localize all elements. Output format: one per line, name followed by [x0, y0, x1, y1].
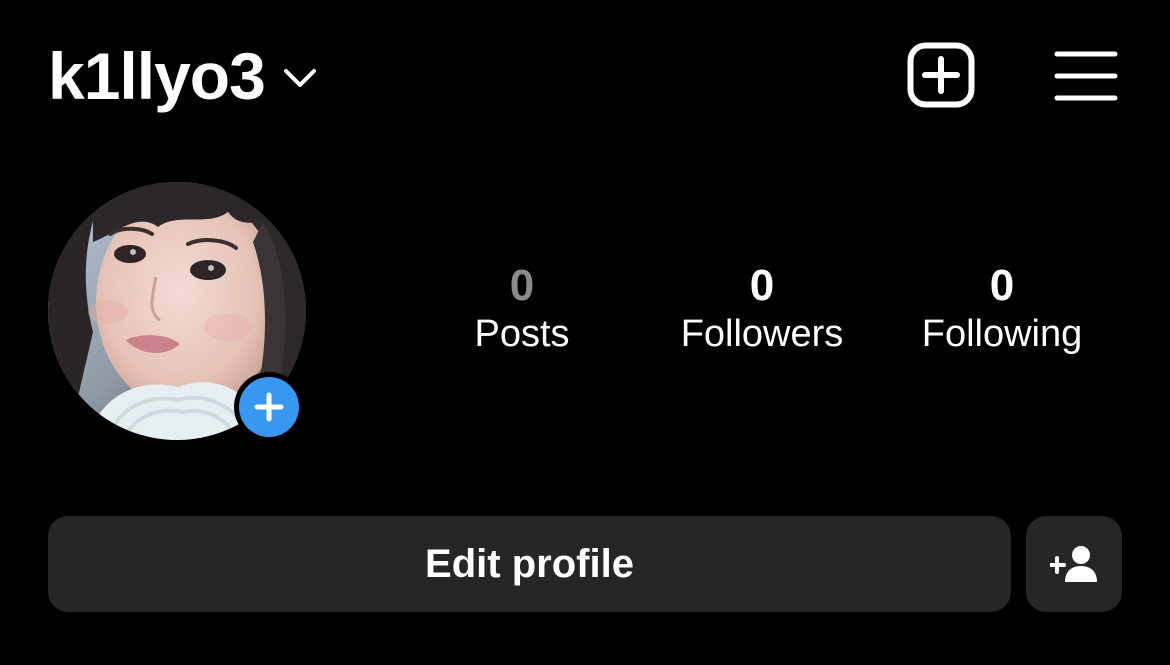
plus-square-icon — [907, 42, 975, 108]
create-button[interactable] — [906, 42, 976, 108]
account-switcher[interactable]: k1llyo3 — [48, 36, 317, 116]
add-story-button[interactable] — [234, 372, 304, 442]
following-stat[interactable]: 0 Following — [882, 258, 1122, 358]
followers-stat[interactable]: 0 Followers — [642, 258, 882, 358]
following-label: Following — [921, 313, 1083, 355]
followers-count: 0 — [749, 261, 775, 310]
posts-count: 0 — [509, 261, 535, 310]
chevron-down-icon — [283, 69, 316, 87]
menu-button[interactable] — [1052, 44, 1120, 106]
posts-stat[interactable]: 0 Posts — [402, 258, 642, 358]
username: k1llyo3 — [48, 39, 266, 113]
followers-label: Followers — [680, 313, 844, 355]
add-person-icon — [1050, 546, 1097, 582]
plus-icon — [254, 392, 284, 422]
discover-people-button[interactable] — [1026, 516, 1122, 612]
hamburger-menu-icon — [1054, 51, 1118, 101]
following-count: 0 — [989, 261, 1015, 310]
posts-label: Posts — [474, 313, 570, 355]
profile-screen: k1llyo3 0 Posts 0 Followers 0 Following … — [0, 0, 1170, 665]
add-story-circle — [239, 377, 299, 437]
edit-profile-button[interactable]: Edit profile — [48, 516, 1011, 612]
